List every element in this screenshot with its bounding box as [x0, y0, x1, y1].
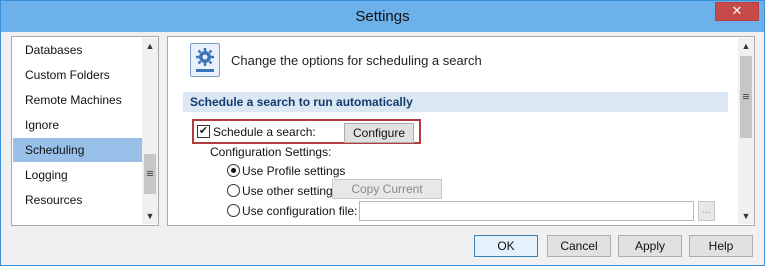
scroll-up-icon[interactable]: ▲	[142, 38, 158, 54]
settings-window: Settings ✕ Databases Custom Folders Remo…	[0, 0, 765, 266]
nav-item-custom-folders[interactable]: Custom Folders	[13, 63, 143, 87]
section-title: Schedule a search to run automatically	[183, 92, 728, 112]
radio-selected-dot	[231, 168, 236, 173]
apply-button[interactable]: Apply	[618, 235, 682, 257]
close-icon: ✕	[731, 3, 743, 18]
use-configuration-file-label[interactable]: Use configuration file:	[242, 204, 357, 218]
nav-item-logging[interactable]: Logging	[13, 163, 143, 187]
settings-category-list[interactable]: Databases Custom Folders Remote Machines…	[11, 36, 159, 226]
ok-button[interactable]: OK	[474, 235, 538, 257]
nav-item-remote-machines[interactable]: Remote Machines	[13, 88, 143, 112]
use-profile-settings-label[interactable]: Use Profile settings	[242, 164, 345, 178]
window-title: Settings	[355, 8, 410, 25]
scroll-up-icon[interactable]: ▲	[738, 38, 754, 54]
schedule-search-label[interactable]: Schedule a search:	[213, 125, 316, 139]
close-button[interactable]: ✕	[715, 2, 759, 21]
use-configuration-file-radio[interactable]	[227, 204, 240, 217]
configuration-file-input[interactable]	[359, 201, 694, 221]
scroll-down-icon[interactable]: ▼	[142, 208, 158, 224]
help-button[interactable]: Help	[689, 235, 753, 257]
nav-scrollbar[interactable]: ▲ ▼	[142, 38, 158, 224]
gear-icon	[190, 43, 220, 77]
panel-scroll-thumb[interactable]	[740, 56, 752, 138]
nav-item-ignore[interactable]: Ignore	[13, 113, 143, 137]
browse-button[interactable]: ...	[698, 201, 715, 221]
scroll-down-icon[interactable]: ▼	[738, 208, 754, 224]
schedule-search-checkbox[interactable]: ✔	[197, 125, 210, 138]
use-other-settings-radio[interactable]	[227, 184, 240, 197]
check-icon: ✔	[198, 125, 209, 137]
use-other-settings-label[interactable]: Use other settings:	[242, 184, 342, 198]
nav-item-resources[interactable]: Resources	[13, 188, 143, 212]
nav-scroll-thumb[interactable]	[144, 154, 156, 194]
cancel-button[interactable]: Cancel	[547, 235, 611, 257]
scheduling-panel: Change the options for scheduling a sear…	[167, 36, 755, 226]
panel-scrollbar[interactable]: ▲ ▼	[738, 38, 754, 224]
nav-item-scheduling[interactable]: Scheduling	[13, 138, 143, 162]
copy-current-button[interactable]: Copy Current	[332, 179, 442, 199]
title-bar[interactable]: Settings ✕	[1, 1, 764, 32]
configure-button[interactable]: Configure	[344, 123, 414, 143]
page-heading: Change the options for scheduling a sear…	[231, 53, 482, 68]
configuration-settings-label: Configuration Settings:	[210, 145, 332, 159]
use-profile-settings-radio[interactable]	[227, 164, 240, 177]
nav-item-databases[interactable]: Databases	[13, 38, 143, 62]
